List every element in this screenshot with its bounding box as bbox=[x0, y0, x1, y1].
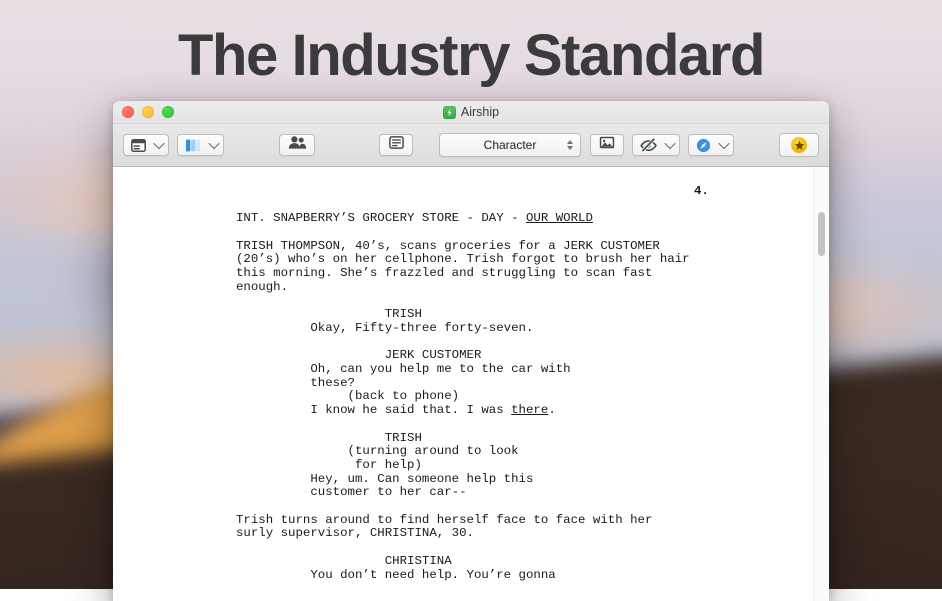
vertical-scrollbar-thumb[interactable] bbox=[818, 212, 825, 256]
script-line-dialogue: these? bbox=[236, 375, 355, 390]
navigator-button[interactable] bbox=[688, 134, 734, 156]
columns-icon bbox=[178, 135, 208, 155]
note-card-icon bbox=[388, 136, 404, 154]
view-mode-button[interactable] bbox=[123, 134, 169, 156]
element-style-popup[interactable]: Character bbox=[439, 133, 581, 157]
script-page[interactable]: 4. INT. SNAPBERRY’S GROCERY STORE - DAY -… bbox=[113, 167, 829, 601]
script-line-dialogue: Oh, can you help me to the car with bbox=[236, 362, 571, 377]
hide-markup-button[interactable] bbox=[632, 134, 680, 156]
document-title-bar: Airship bbox=[113, 105, 829, 119]
eye-slash-icon bbox=[633, 135, 664, 155]
script-underlined-text: there bbox=[511, 403, 549, 418]
star-icon bbox=[791, 137, 807, 153]
script-line-parenthetical: (turning around to look bbox=[236, 444, 519, 459]
compass-icon bbox=[689, 135, 718, 155]
script-blank-line bbox=[236, 336, 829, 350]
script-line-dialogue: You don’t need help. You’re gonna bbox=[236, 567, 556, 582]
page-title: The Industry Standard bbox=[177, 23, 766, 88]
image-icon bbox=[599, 136, 615, 154]
minimize-window-icon[interactable] bbox=[142, 106, 154, 118]
stepper-icon[interactable] bbox=[567, 140, 573, 150]
close-window-icon[interactable] bbox=[122, 106, 134, 118]
chevron-down-icon[interactable] bbox=[208, 135, 223, 155]
script-line-dialogue: customer to her car-- bbox=[236, 485, 467, 500]
script-line-action: (20’s) who’s on her cellphone. Trish for… bbox=[236, 252, 690, 267]
collaborators-button[interactable] bbox=[279, 134, 315, 156]
script-line-character: TRISH bbox=[236, 307, 422, 322]
script-line-parenthetical: for help) bbox=[236, 457, 422, 472]
script-underlined-text: OUR WORLD bbox=[526, 211, 593, 226]
script-line-character: TRISH bbox=[236, 430, 422, 445]
script-line-scene-heading: INT. SNAPBERRY’S GROCERY STORE - DAY - O… bbox=[236, 211, 593, 226]
maximize-window-icon[interactable] bbox=[162, 106, 174, 118]
traffic-light-group bbox=[122, 106, 174, 118]
window-toolbar: Character bbox=[113, 124, 829, 167]
airship-app-icon[interactable] bbox=[442, 105, 456, 119]
script-blank-line bbox=[236, 541, 829, 555]
script-text[interactable]: 4. INT. SNAPBERRY’S GROCERY STORE - DAY -… bbox=[113, 184, 829, 582]
script-line-dialogue: I know he said that. I was there. bbox=[236, 403, 556, 418]
script-blank-line bbox=[236, 500, 829, 514]
script-line-action: Trish turns around to find herself face … bbox=[236, 512, 653, 527]
script-line-action: TRISH THOMPSON, 40’s, scans groceries fo… bbox=[236, 238, 660, 253]
script-line-action: this morning. She’s frazzled and struggl… bbox=[236, 266, 653, 281]
script-line-action: enough. bbox=[236, 279, 289, 294]
chevron-down-icon[interactable] bbox=[153, 135, 168, 155]
window-pane-icon bbox=[124, 135, 153, 155]
script-line-character: JERK CUSTOMER bbox=[236, 348, 482, 363]
comment-button[interactable] bbox=[379, 134, 413, 156]
script-line-dialogue: Okay, Fifty-three forty-seven. bbox=[236, 320, 534, 335]
vertical-scrollbar[interactable] bbox=[813, 167, 829, 601]
script-line-dialogue: Hey, um. Can someone help this bbox=[236, 471, 534, 486]
element-style-value: Character bbox=[483, 138, 537, 152]
script-blank-line bbox=[236, 226, 829, 240]
script-line-action: surly supervisor, CHRISTINA, 30. bbox=[236, 526, 474, 541]
script-line-parenthetical: (back to phone) bbox=[236, 389, 460, 404]
script-blank-line bbox=[236, 418, 829, 432]
document-page-area: 4. INT. SNAPBERRY’S GROCERY STORE - DAY -… bbox=[113, 167, 829, 601]
page-layout-button[interactable] bbox=[177, 134, 224, 156]
window-titlebar: Airship bbox=[113, 101, 829, 124]
favorite-button[interactable] bbox=[779, 133, 819, 157]
script-line-character: CHRISTINA bbox=[236, 553, 452, 568]
app-window: Airship Character 4. INT. SNAPBERRY’S GR… bbox=[113, 101, 829, 601]
chevron-down-icon[interactable] bbox=[664, 135, 679, 155]
media-button[interactable] bbox=[590, 134, 624, 156]
document-title-text[interactable]: Airship bbox=[461, 105, 499, 119]
people-icon bbox=[288, 136, 307, 154]
script-blank-line bbox=[236, 199, 829, 213]
script-blank-line bbox=[236, 295, 829, 309]
page-number: 4. bbox=[694, 184, 709, 198]
chevron-down-icon[interactable] bbox=[718, 135, 733, 155]
